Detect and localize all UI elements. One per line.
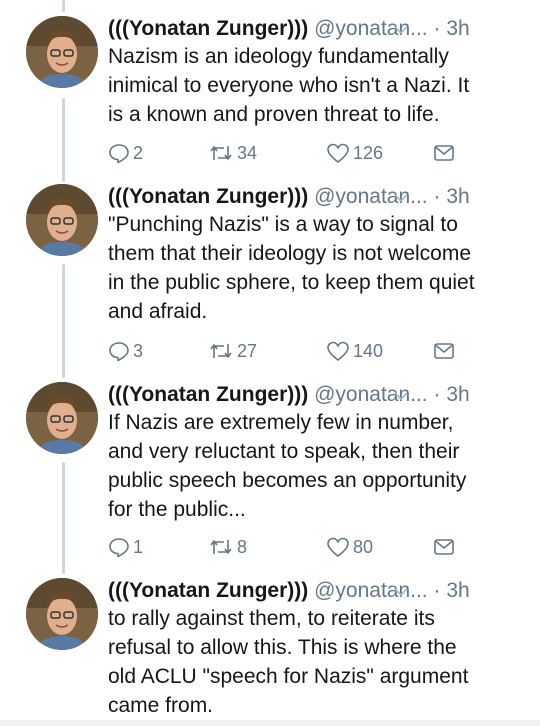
direct-message-button[interactable] [433,336,458,366]
retweet-icon [210,146,232,160]
direct-message-button[interactable] [433,532,458,562]
tweet-text: If Nazis are extremely few in number, an… [108,411,467,521]
tweet-header: (((Yonatan Zunger))) @yonatan... · 3h [108,576,528,606]
reply-count: 1 [133,536,144,557]
like-count: 126 [353,142,384,163]
tweet-header: (((Yonatan Zunger))) @yonatan... · 3h [108,380,528,410]
thread-line [62,264,65,378]
chevron-down-icon[interactable] [393,24,409,36]
display-name[interactable]: (((Yonatan Zunger))) [108,17,308,40]
avatar[interactable] [26,578,98,650]
tweet-actions: 1 8 80 [108,532,528,562]
separator-dot: · [433,185,441,208]
reply-icon [109,538,129,558]
thread-line [62,98,65,182]
envelope-icon [434,343,454,359]
reply-count: 2 [133,142,144,163]
user-handle[interactable]: @yonatan... [314,383,428,406]
heart-icon [327,143,349,164]
avatar[interactable] [26,184,98,256]
chevron-down-icon[interactable] [393,586,409,598]
separator-dot: · [433,579,441,602]
timestamp[interactable]: 3h [446,579,469,602]
separator-dot: · [433,383,441,406]
retweet-count: 27 [237,340,258,361]
reply-count: 3 [133,340,144,361]
reply-button[interactable]: 2 [108,138,143,168]
tweet-text: to rally against them, to reiterate its … [108,607,469,717]
thread-line [62,462,65,574]
tweet-text: Nazism is an ideology fundamentally inim… [108,45,470,126]
thread-line [62,0,65,12]
separator-dot: · [433,17,441,40]
envelope-icon [434,145,454,161]
tweet-header: (((Yonatan Zunger))) @yonatan... · 3h [108,182,528,212]
timestamp[interactable]: 3h [446,185,469,208]
avatar[interactable] [26,382,98,454]
like-count: 140 [353,340,384,361]
heart-icon [327,341,349,362]
user-handle[interactable]: @yonatan... [314,185,428,208]
timestamp[interactable]: 3h [446,383,469,406]
tweet-actions: 2 34 126 [108,138,528,168]
display-name[interactable]: (((Yonatan Zunger))) [108,383,308,406]
retweet-icon [210,344,232,358]
reply-button[interactable]: 3 [108,336,143,366]
timestamp[interactable]: 3h [446,17,469,40]
tweet-text: "Punching Nazis" is a way to signal to t… [108,213,475,323]
reply-icon [109,144,129,164]
like-button[interactable]: 80 [326,532,373,562]
avatar[interactable] [26,16,98,88]
like-count: 80 [353,536,374,557]
like-button[interactable]: 126 [326,138,383,168]
reply-button[interactable]: 1 [108,532,143,562]
user-handle[interactable]: @yonatan... [314,17,428,40]
tweet-header: (((Yonatan Zunger))) @yonatan... · 3h [108,14,528,44]
retweet-icon [210,540,232,554]
chevron-down-icon[interactable] [393,192,409,204]
retweet-button[interactable]: 8 [208,532,247,562]
reply-icon [109,342,129,362]
display-name[interactable]: (((Yonatan Zunger))) [108,579,308,602]
retweet-count: 34 [237,142,258,163]
retweet-button[interactable]: 34 [208,138,257,168]
retweet-button[interactable]: 27 [208,336,257,366]
like-button[interactable]: 140 [326,336,383,366]
bottom-divider [0,720,540,726]
user-handle[interactable]: @yonatan... [314,579,428,602]
heart-icon [327,537,349,558]
retweet-count: 8 [237,536,248,557]
direct-message-button[interactable] [433,138,458,168]
chevron-down-icon[interactable] [393,390,409,402]
display-name[interactable]: (((Yonatan Zunger))) [108,185,308,208]
tweet-actions: 3 27 140 [108,336,528,366]
envelope-icon [434,539,454,555]
